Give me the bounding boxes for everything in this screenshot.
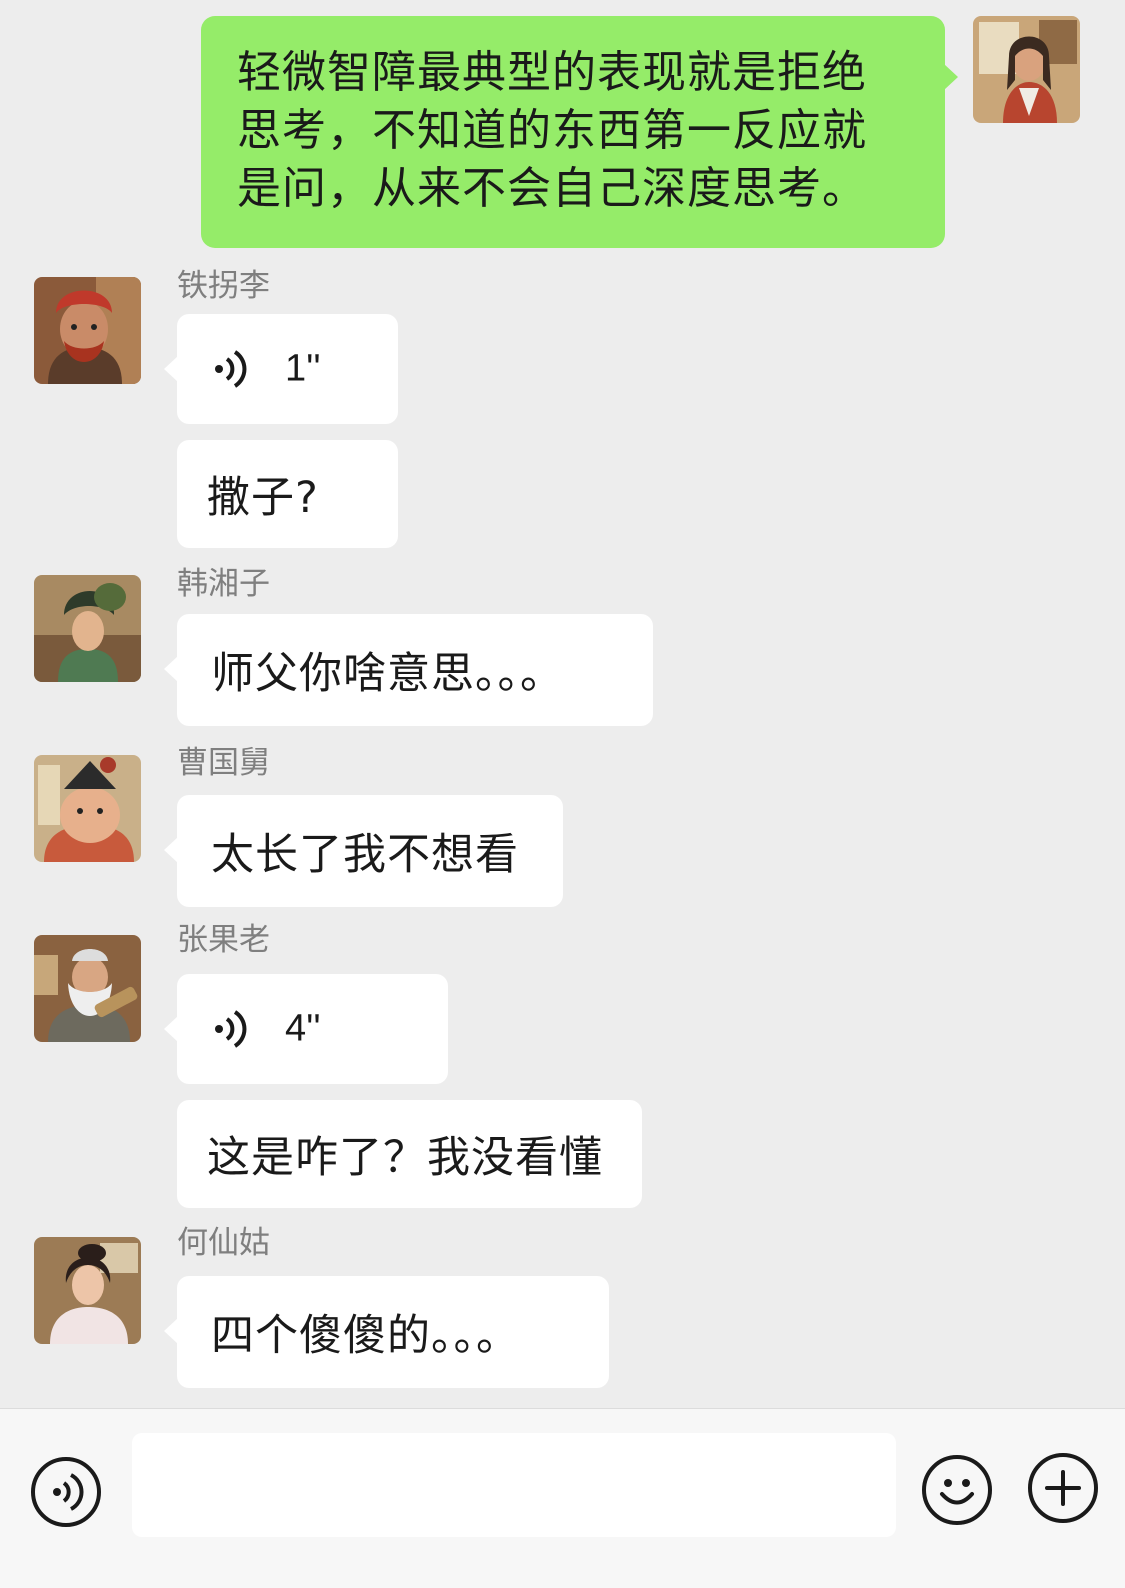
voice-playback-icon [215,350,247,388]
my-message-line: 思考，不知道的东西第一反应就 [237,105,867,156]
chat-area: 轻微智障最典型的表现就是拒绝 思考，不知道的东西第一反应就 是问，从来不会自己深… [0,0,1125,1408]
sender-name: 曹国舅 [177,745,270,781]
sender-name: 何仙姑 [177,1225,270,1261]
message-text: 这是咋了？我没看懂 [207,1133,603,1183]
smiley-icon [940,1479,974,1505]
sender-name: 铁拐李 [177,268,270,304]
more-options-button[interactable] [1028,1453,1098,1523]
message-text: 四个傻傻的。。。 [211,1311,520,1361]
message-text: 撒子? [207,473,319,523]
avatar-tieguaili[interactable] [34,277,141,384]
voice-message-bubble[interactable]: 4'' [164,974,448,1084]
avatar-zhangguolao[interactable] [34,935,141,1042]
voice-playback-icon [215,1010,247,1048]
message-bubble[interactable]: 四个傻傻的。。。 [164,1276,609,1388]
avatar-caoguojiu[interactable] [34,755,141,862]
my-message-bubble[interactable]: 轻微智障最典型的表现就是拒绝 思考，不知道的东西第一反应就 是问，从来不会自己深… [201,16,958,248]
message-bubble[interactable]: 撒子? [177,440,398,548]
sender-name: 张果老 [177,922,270,958]
voice-icon [53,1473,84,1511]
sender-name: 韩湘子 [177,566,270,602]
message-bubble[interactable]: 太长了我不想看 [164,795,563,907]
emoji-button[interactable] [922,1455,992,1525]
message-bubble[interactable]: 师父你啥意思。。。 [164,614,653,726]
my-avatar[interactable] [973,16,1080,123]
voice-duration: 4'' [285,1007,321,1050]
voice-message-bubble[interactable]: 1'' [164,314,398,424]
avatar-hanxiangzi[interactable] [34,575,141,682]
message-text: 太长了我不想看 [211,830,519,880]
voice-input-button[interactable] [31,1457,101,1527]
my-message-line: 轻微智障最典型的表现就是拒绝 [237,47,867,98]
message-input[interactable] [132,1433,896,1537]
input-bar [0,1408,1125,1588]
message-bubble[interactable]: 这是咋了？我没看懂 [177,1100,642,1208]
my-message-line: 是问，从来不会自己深度思考。 [237,163,867,214]
message-text: 师父你啥意思。。。 [211,649,564,699]
voice-duration: 1'' [285,347,321,390]
avatar-hexiangu[interactable] [34,1237,141,1344]
plus-icon [1045,1470,1081,1506]
